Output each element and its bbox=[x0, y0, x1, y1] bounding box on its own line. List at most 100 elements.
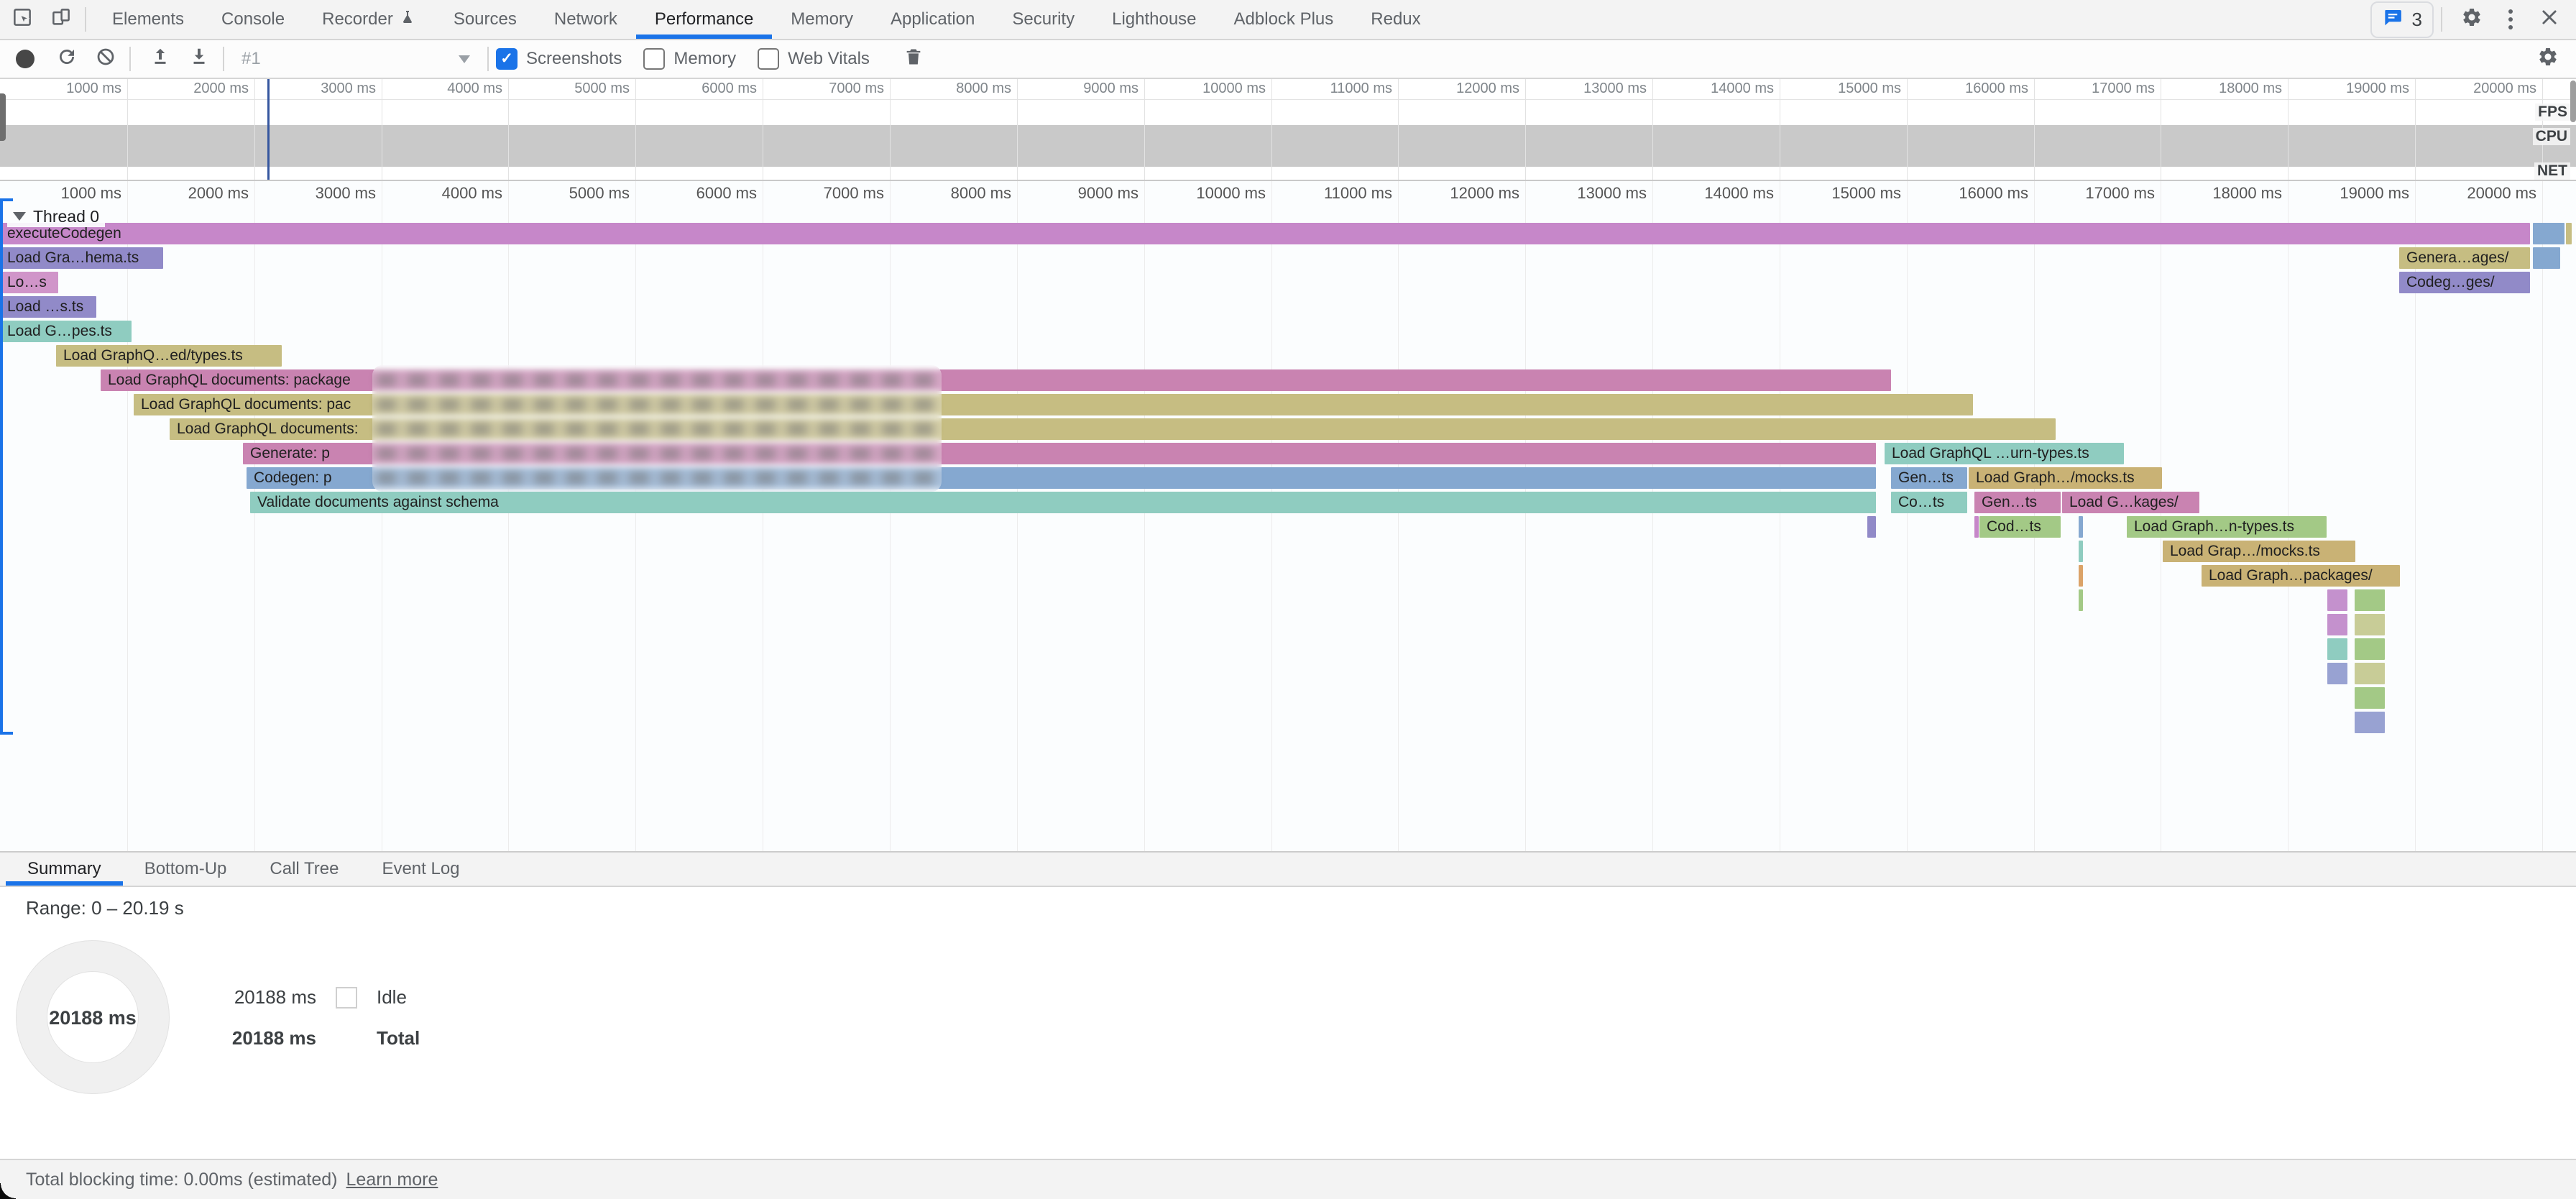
flame-bar[interactable]: Cod…ts bbox=[1979, 516, 2061, 538]
delete-recording-button[interactable] bbox=[897, 42, 930, 75]
tab-application[interactable]: Application bbox=[872, 0, 993, 39]
flame-bar[interactable] bbox=[2327, 638, 2347, 660]
selection-bracket bbox=[0, 198, 3, 735]
flame-chart[interactable]: 1000 ms2000 ms3000 ms4000 ms5000 ms6000 … bbox=[0, 181, 2576, 851]
ruler-label: 16000 ms bbox=[1920, 81, 2028, 97]
playhead-cursor[interactable] bbox=[267, 79, 270, 180]
flame-bar[interactable]: Load GraphQ…ed/types.ts bbox=[56, 345, 282, 367]
flame-bar[interactable]: Lo…s bbox=[0, 272, 58, 293]
panel-tab-summary[interactable]: Summary bbox=[6, 853, 123, 886]
ruler-label: 1000 ms bbox=[14, 81, 121, 97]
tab-sources[interactable]: Sources bbox=[435, 0, 535, 39]
donut-center-label: 20188 ms bbox=[17, 1007, 169, 1029]
tab-security[interactable]: Security bbox=[993, 0, 1093, 39]
ruler-label: 6000 ms bbox=[649, 81, 757, 97]
clear-button[interactable] bbox=[89, 42, 122, 75]
flame-bar[interactable] bbox=[2079, 516, 2083, 538]
flame-bar[interactable]: Load GraphQL documents: package bbox=[101, 369, 1891, 391]
settings-button[interactable] bbox=[2455, 3, 2488, 36]
flame-bar[interactable] bbox=[2327, 614, 2347, 635]
flame-bar[interactable]: Load Graph…/mocks.ts bbox=[1969, 467, 2162, 489]
flame-bar[interactable]: Load Graph…n-types.ts bbox=[2127, 516, 2327, 538]
thread-header[interactable]: Thread 0 bbox=[7, 206, 105, 227]
flame-bar-label: Load Graph…packages/ bbox=[2202, 565, 2373, 587]
profile-select[interactable]: #1 bbox=[231, 49, 480, 69]
flame-bar[interactable] bbox=[2355, 712, 2385, 733]
tab-performance[interactable]: Performance bbox=[636, 0, 772, 39]
flame-bar-label: Gen…ts bbox=[1974, 492, 2037, 513]
ruler-label: 8000 ms bbox=[903, 81, 1011, 97]
checkbox-label: Web Vitals bbox=[788, 49, 870, 69]
learn-more-link[interactable]: Learn more bbox=[346, 1170, 438, 1190]
tab-elements[interactable]: Elements bbox=[93, 0, 203, 39]
gridline bbox=[1907, 79, 1908, 180]
flame-bar[interactable] bbox=[2355, 589, 2385, 611]
reload-and-record-button[interactable] bbox=[50, 42, 83, 75]
flame-bar[interactable] bbox=[1974, 516, 1979, 538]
flame-bar[interactable]: executeCodegen bbox=[0, 223, 2530, 244]
memory-checkbox[interactable]: Memory bbox=[643, 48, 736, 70]
overview-scrollbar[interactable] bbox=[2570, 81, 2576, 122]
flame-bar[interactable] bbox=[2533, 247, 2560, 269]
tab-lighthouse[interactable]: Lighthouse bbox=[1093, 0, 1215, 39]
tab-label: Application bbox=[891, 9, 975, 29]
ruler-label: 7000 ms bbox=[776, 81, 884, 97]
device-toolbar-button[interactable] bbox=[45, 3, 78, 36]
flame-bar[interactable] bbox=[2355, 687, 2385, 709]
flame-bar[interactable]: Load Graph…packages/ bbox=[2202, 565, 2400, 587]
flame-bar[interactable]: Load G…pes.ts bbox=[0, 321, 132, 342]
tab-strip: ElementsConsoleRecorderSourcesNetworkPer… bbox=[93, 0, 1440, 39]
collapse-triangle-icon bbox=[13, 212, 26, 221]
panel-tab-bottom-up[interactable]: Bottom-Up bbox=[123, 853, 249, 886]
record-button[interactable] bbox=[16, 50, 34, 68]
flame-bar[interactable] bbox=[2327, 589, 2347, 611]
flame-bar[interactable]: Codeg…ges/ bbox=[2399, 272, 2530, 293]
overview-left-drag-handle[interactable] bbox=[0, 93, 6, 141]
divider bbox=[129, 47, 131, 71]
flame-bar[interactable]: Co…ts bbox=[1891, 492, 1967, 513]
ruler-label: 20000 ms bbox=[2429, 81, 2536, 97]
tab-memory[interactable]: Memory bbox=[772, 0, 872, 39]
flame-bar[interactable]: Load GraphQL …urn-types.ts bbox=[1885, 443, 2124, 464]
flame-bar[interactable] bbox=[2566, 223, 2572, 244]
web-vitals-checkbox[interactable]: Web Vitals bbox=[758, 48, 870, 70]
flame-bar[interactable] bbox=[2355, 614, 2385, 635]
flame-bar-label: Load …s.ts bbox=[0, 296, 83, 318]
flame-bar[interactable]: Gen…ts bbox=[1974, 492, 2061, 513]
screenshots-checkbox[interactable]: ✓Screenshots bbox=[496, 48, 622, 70]
capture-settings-button[interactable] bbox=[2531, 42, 2564, 75]
more-options-button[interactable] bbox=[2494, 3, 2527, 36]
flame-bar[interactable] bbox=[1867, 516, 1876, 538]
flame-bar[interactable]: Load G…kages/ bbox=[2062, 492, 2199, 513]
panel-tab-call-tree[interactable]: Call Tree bbox=[248, 853, 360, 886]
flame-bar[interactable]: Load Grap…/mocks.ts bbox=[2163, 541, 2355, 562]
flame-bar[interactable] bbox=[2079, 541, 2083, 562]
load-profile-button[interactable] bbox=[144, 42, 177, 75]
panel-tab-event-log[interactable]: Event Log bbox=[360, 853, 481, 886]
tab-console[interactable]: Console bbox=[203, 0, 303, 39]
close-devtools-button[interactable] bbox=[2533, 3, 2566, 36]
inspect-button[interactable] bbox=[6, 3, 39, 36]
flame-bar[interactable] bbox=[2079, 565, 2083, 587]
tab-recorder[interactable]: Recorder bbox=[303, 0, 435, 39]
tab-redux[interactable]: Redux bbox=[1352, 0, 1439, 39]
flame-bar[interactable] bbox=[2079, 589, 2083, 611]
save-profile-button[interactable] bbox=[183, 42, 216, 75]
gridline bbox=[1398, 79, 1399, 180]
tab-adblock-plus[interactable]: Adblock Plus bbox=[1215, 0, 1353, 39]
flame-bar[interactable]: Load …s.ts bbox=[0, 296, 96, 318]
tab-network[interactable]: Network bbox=[535, 0, 636, 39]
cpu-track-label: CPU bbox=[2533, 128, 2570, 145]
flame-bar[interactable] bbox=[2355, 638, 2385, 660]
flame-bar[interactable] bbox=[2533, 223, 2564, 244]
flame-bar[interactable]: Gen…ts bbox=[1891, 467, 1967, 489]
flame-bar[interactable] bbox=[2355, 663, 2385, 684]
flame-bar[interactable]: Load Gra…hema.ts bbox=[0, 247, 163, 269]
console-messages-badge-button[interactable]: 3 bbox=[2370, 1, 2434, 38]
flame-bar[interactable]: Genera…ages/ bbox=[2399, 247, 2530, 269]
gridline bbox=[2034, 79, 2035, 180]
legend-swatch-idle bbox=[336, 987, 357, 1009]
flame-bar[interactable]: Validate documents against schema bbox=[250, 492, 1876, 513]
flame-bar[interactable] bbox=[2327, 663, 2347, 684]
timeline-overview[interactable]: 1000 ms2000 ms3000 ms4000 ms5000 ms6000 … bbox=[0, 79, 2576, 181]
